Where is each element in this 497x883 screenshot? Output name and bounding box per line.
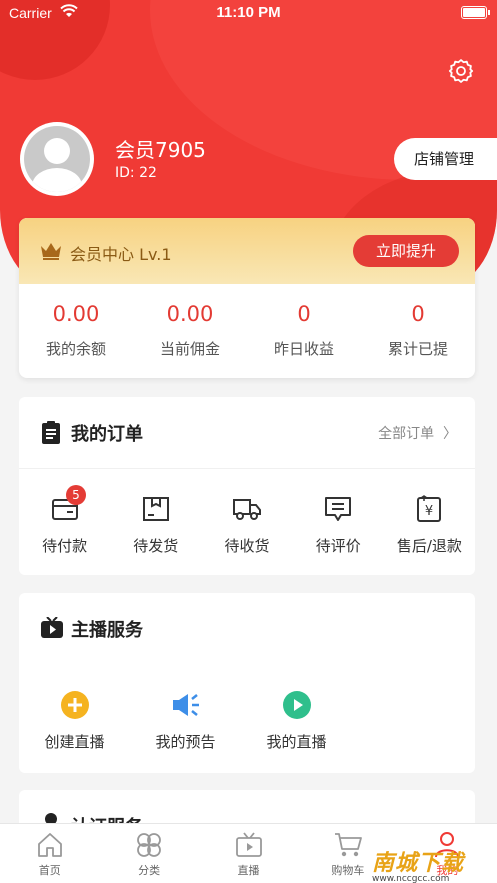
plus-circle-icon — [60, 691, 89, 719]
username: 会员7905 — [115, 138, 206, 162]
order-to-review[interactable]: 待评价 — [293, 493, 384, 556]
truck-icon — [233, 499, 261, 520]
orders-title: 我的订单 — [71, 424, 143, 445]
streamer-services-title: 主播服务 — [71, 620, 143, 641]
stat-commission[interactable]: 0.00 当前佣金 — [133, 302, 247, 359]
stat-label: 昨日收益 — [273, 340, 334, 358]
view-all-orders-link[interactable]: 全部订单 〉 — [378, 423, 457, 443]
streamer-service-list: 创建直播 我的预告 我的直播 — [19, 665, 475, 752]
order-pending-payment[interactable]: 5 待付款 — [19, 485, 110, 556]
status-bar: Carrier 11:10 PM — [0, 0, 497, 28]
order-status-label: 售后/退款 — [396, 537, 462, 555]
order-to-receive[interactable]: 待收货 — [201, 493, 292, 556]
upgrade-button[interactable]: 立即提升 — [353, 235, 459, 267]
watermark: 南城下载 www.nccgcc.com — [372, 845, 464, 883]
watermark-brand: 南城下载 — [372, 851, 465, 876]
stat-balance[interactable]: 0.00 我的余额 — [19, 302, 133, 359]
stat-value: 0 — [411, 302, 425, 326]
stat-yesterday-income[interactable]: 0 昨日收益 — [247, 302, 361, 359]
svg-text:¥: ¥ — [425, 504, 433, 519]
streamer-services-panel: 主播服务 创建直播 我的预告 我的直播 — [19, 593, 475, 773]
order-to-ship[interactable]: 待发货 — [110, 493, 201, 556]
tab-label: 直播 — [237, 864, 260, 877]
gear-icon[interactable] — [447, 57, 475, 85]
tv-icon — [235, 832, 262, 857]
orders-panel: 我的订单 全部订单 〉 5 待付款 待发货 待收货 待评价 ¥ 售后/退款 — [19, 397, 475, 575]
service-label: 创建直播 — [44, 733, 105, 751]
order-status-label: 待评价 — [315, 537, 361, 555]
category-icon — [137, 833, 162, 857]
my-live-button[interactable]: 我的直播 — [241, 689, 352, 752]
order-status-label: 待收货 — [224, 537, 270, 555]
comment-icon — [325, 497, 352, 521]
store-management-button[interactable]: 店铺管理 — [394, 138, 497, 180]
stat-value: 0.00 — [166, 302, 214, 326]
service-label: 我的预告 — [155, 733, 216, 751]
order-status-list: 5 待付款 待发货 待收货 待评价 ¥ 售后/退款 — [19, 469, 475, 556]
order-status-label: 待发货 — [133, 537, 179, 555]
stat-label: 当前佣金 — [159, 340, 220, 358]
tab-label: 首页 — [38, 864, 61, 877]
order-count-badge: 5 — [66, 485, 86, 505]
my-preview-button[interactable]: 我的预告 — [130, 689, 241, 752]
tab-home[interactable]: 首页 — [0, 824, 99, 883]
user-id: ID: 22 — [115, 165, 157, 181]
streamer-services-header: 主播服务 — [19, 593, 475, 665]
clipboard-icon — [42, 421, 60, 444]
battery-icon — [461, 6, 490, 19]
create-live-button[interactable]: 创建直播 — [19, 689, 130, 752]
stat-label: 我的余额 — [45, 340, 106, 358]
member-level-text: 会员中心 Lv.1 — [70, 245, 172, 264]
cart-icon — [334, 833, 362, 857]
member-level-bar[interactable]: 会员中心 Lv.1 立即提升 — [19, 218, 475, 284]
stat-total-withdrawn[interactable]: 0 累计已提 — [361, 302, 475, 359]
stat-label: 累计已提 — [387, 340, 448, 358]
tab-category[interactable]: 分类 — [99, 824, 198, 883]
home-icon — [37, 833, 62, 857]
refund-icon: ¥ — [417, 495, 442, 522]
crown-icon — [41, 243, 61, 260]
stat-value: 0 — [297, 302, 311, 326]
service-label: 我的直播 — [266, 733, 327, 751]
clock: 11:10 PM — [216, 4, 281, 21]
chevron-right-icon: 〉 — [438, 426, 457, 442]
wallet-stats: 0.00 我的余额 0.00 当前佣金 0 昨日收益 0 累计已提 — [19, 302, 475, 359]
tab-live[interactable]: 直播 — [199, 824, 298, 883]
avatar[interactable] — [20, 122, 94, 196]
tv-icon — [41, 617, 63, 638]
speaker-icon — [172, 694, 199, 716]
view-all-orders-label: 全部订单 — [378, 426, 435, 442]
stat-value: 0.00 — [52, 302, 100, 326]
play-circle-icon — [282, 691, 311, 719]
tab-label: 分类 — [138, 864, 161, 877]
order-status-label: 待付款 — [42, 537, 88, 555]
orders-header: 我的订单 全部订单 〉 — [19, 397, 475, 469]
package-icon — [142, 497, 169, 521]
order-after-sales[interactable]: ¥ 售后/退款 — [384, 493, 475, 556]
member-card: 会员中心 Lv.1 立即提升 0.00 我的余额 0.00 当前佣金 0 昨日收… — [19, 218, 475, 378]
